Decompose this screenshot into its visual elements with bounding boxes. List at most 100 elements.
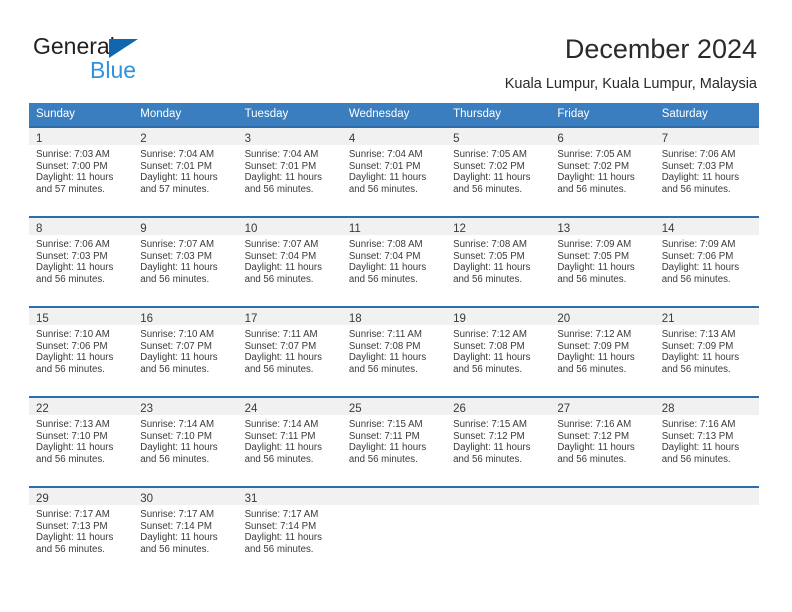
day-number-band: 25 [341, 398, 447, 415]
day-cell[interactable]: 30 Sunrise: 7:17 AM Sunset: 7:14 PM Dayl… [133, 488, 238, 576]
weekday-header-saturday: Saturday [661, 108, 708, 120]
day-cell[interactable]: 12 Sunrise: 7:08 AM Sunset: 7:05 PM Dayl… [446, 218, 551, 306]
day-cell-empty [550, 488, 655, 576]
daylight-text-line2: and 56 minutes. [348, 183, 418, 195]
day-cell[interactable]: 2 Sunrise: 7:04 AM Sunset: 7:01 PM Dayli… [133, 128, 238, 216]
daylight-text-line1: Daylight: 11 hours [453, 172, 531, 184]
general-blue-logo[interactable]: General Blue [33, 33, 213, 85]
daylight-text-line1: Daylight: 11 hours [453, 262, 531, 274]
day-cell[interactable]: 13 Sunrise: 7:09 AM Sunset: 7:05 PM Dayl… [550, 218, 655, 306]
day-cell[interactable]: 26 Sunrise: 7:15 AM Sunset: 7:12 PM Dayl… [446, 398, 551, 486]
day-cell[interactable]: 31 Sunrise: 7:17 AM Sunset: 7:14 PM Dayl… [237, 488, 342, 576]
day-number: 19 [453, 313, 466, 325]
daylight-text-line1: Daylight: 11 hours [36, 532, 114, 544]
day-detail: Sunrise: 7:03 AM Sunset: 7:00 PM Dayligh… [29, 145, 133, 195]
day-cell[interactable]: 25 Sunrise: 7:15 AM Sunset: 7:11 PM Dayl… [341, 398, 447, 486]
day-cell[interactable]: 24 Sunrise: 7:14 AM Sunset: 7:11 PM Dayl… [237, 398, 342, 486]
sunrise-text: Sunrise: 7:08 AM [348, 239, 423, 250]
day-number-band: 17 [237, 308, 342, 325]
day-cell[interactable]: 17 Sunrise: 7:11 AM Sunset: 7:07 PM Dayl… [237, 308, 342, 396]
day-cell[interactable]: 8 Sunrise: 7:06 AM Sunset: 7:03 PM Dayli… [29, 218, 134, 306]
daylight-text-line1: Daylight: 11 hours [140, 172, 218, 184]
day-cell[interactable]: 29 Sunrise: 7:17 AM Sunset: 7:13 PM Dayl… [29, 488, 134, 576]
day-cell[interactable]: 10 Sunrise: 7:07 AM Sunset: 7:04 PM Dayl… [237, 218, 342, 306]
day-cell[interactable]: 21 Sunrise: 7:13 AM Sunset: 7:09 PM Dayl… [654, 308, 759, 396]
page-header: General Blue December 2024 Kuala Lumpur,… [0, 0, 792, 100]
day-cell[interactable]: 9 Sunrise: 7:07 AM Sunset: 7:03 PM Dayli… [133, 218, 238, 306]
sunset-text: Sunset: 7:14 PM [140, 520, 212, 532]
day-detail: Sunrise: 7:07 AM Sunset: 7:03 PM Dayligh… [133, 235, 237, 285]
daylight-text-line1: Daylight: 11 hours [348, 172, 427, 184]
daylight-text-line1: Daylight: 11 hours [140, 532, 218, 544]
day-detail: Sunrise: 7:15 AM Sunset: 7:12 PM Dayligh… [446, 415, 550, 465]
sunrise-text: Sunrise: 7:08 AM [453, 239, 527, 250]
day-cell[interactable]: 27 Sunrise: 7:16 AM Sunset: 7:12 PM Dayl… [550, 398, 655, 486]
day-cell[interactable]: 6 Sunrise: 7:05 AM Sunset: 7:02 PM Dayli… [550, 128, 655, 216]
day-number-band: 30 [133, 488, 238, 505]
day-number: 20 [557, 313, 571, 325]
sunset-text: Sunset: 7:02 PM [453, 160, 525, 172]
day-detail: Sunrise: 7:10 AM Sunset: 7:06 PM Dayligh… [29, 325, 133, 375]
day-detail: Sunrise: 7:06 AM Sunset: 7:03 PM Dayligh… [29, 235, 133, 285]
day-detail: Sunrise: 7:16 AM Sunset: 7:13 PM Dayligh… [655, 415, 759, 465]
day-cell[interactable]: 5 Sunrise: 7:05 AM Sunset: 7:02 PM Dayli… [446, 128, 551, 216]
day-cell[interactable]: 18 Sunrise: 7:11 AM Sunset: 7:08 PM Dayl… [341, 308, 447, 396]
day-cell[interactable]: 14 Sunrise: 7:09 AM Sunset: 7:06 PM Dayl… [654, 218, 759, 306]
daylight-text-line2: and 57 minutes. [36, 183, 105, 195]
daylight-text-line1: Daylight: 11 hours [244, 532, 322, 544]
day-cell[interactable]: 11 Sunrise: 7:08 AM Sunset: 7:04 PM Dayl… [341, 218, 447, 306]
day-number: 8 [36, 223, 43, 235]
day-number-band [550, 488, 655, 505]
day-detail: Sunrise: 7:04 AM Sunset: 7:01 PM Dayligh… [238, 145, 342, 195]
daylight-text-line2: and 56 minutes. [557, 363, 627, 375]
day-cell[interactable]: 20 Sunrise: 7:12 AM Sunset: 7:09 PM Dayl… [550, 308, 655, 396]
day-cell[interactable]: 1 Sunrise: 7:03 AM Sunset: 7:00 PM Dayli… [29, 128, 134, 216]
daylight-text-line1: Daylight: 11 hours [36, 262, 114, 274]
day-number: 9 [140, 223, 147, 235]
day-number: 1 [36, 133, 43, 145]
day-number: 17 [244, 313, 258, 325]
day-number: 18 [348, 313, 362, 325]
day-cell[interactable]: 4 Sunrise: 7:04 AM Sunset: 7:01 PM Dayli… [341, 128, 447, 216]
sunset-text: Sunset: 7:06 PM [661, 250, 734, 262]
daylight-text-line2: and 56 minutes. [557, 183, 627, 195]
sunset-text: Sunset: 7:04 PM [348, 250, 421, 262]
daylight-text-line2: and 56 minutes. [348, 363, 418, 375]
daylight-text-line1: Daylight: 11 hours [36, 352, 114, 364]
day-cell[interactable]: 23 Sunrise: 7:14 AM Sunset: 7:10 PM Dayl… [133, 398, 238, 486]
daylight-text-line2: and 56 minutes. [36, 453, 105, 465]
week-row: 29 Sunrise: 7:17 AM Sunset: 7:13 PM Dayl… [29, 486, 759, 576]
daylight-text-line2: and 56 minutes. [36, 273, 105, 285]
day-cell[interactable]: 22 Sunrise: 7:13 AM Sunset: 7:10 PM Dayl… [29, 398, 134, 486]
sunrise-text: Sunrise: 7:17 AM [36, 509, 110, 520]
day-detail: Sunrise: 7:11 AM Sunset: 7:07 PM Dayligh… [238, 325, 342, 375]
daylight-text-line1: Daylight: 11 hours [453, 442, 531, 454]
sunrise-text: Sunrise: 7:09 AM [557, 239, 632, 250]
day-cell[interactable]: 19 Sunrise: 7:12 AM Sunset: 7:08 PM Dayl… [446, 308, 551, 396]
day-cell[interactable]: 16 Sunrise: 7:10 AM Sunset: 7:07 PM Dayl… [133, 308, 238, 396]
daylight-text-line2: and 56 minutes. [36, 363, 105, 375]
sunrise-text: Sunrise: 7:10 AM [36, 329, 110, 340]
day-cell[interactable]: 3 Sunrise: 7:04 AM Sunset: 7:01 PM Dayli… [237, 128, 342, 216]
day-number-band: 11 [341, 218, 447, 235]
day-number-band: 8 [29, 218, 134, 235]
day-number: 31 [244, 493, 258, 505]
daylight-text-line1: Daylight: 11 hours [453, 352, 531, 364]
day-number: 21 [661, 313, 675, 325]
weekday-header-thursday: Thursday [453, 108, 502, 120]
daylight-text-line2: and 56 minutes. [244, 453, 314, 465]
day-detail: Sunrise: 7:10 AM Sunset: 7:07 PM Dayligh… [133, 325, 237, 375]
day-number: 24 [244, 403, 258, 415]
day-cell[interactable]: 7 Sunrise: 7:06 AM Sunset: 7:03 PM Dayli… [654, 128, 759, 216]
day-detail: Sunrise: 7:06 AM Sunset: 7:03 PM Dayligh… [655, 145, 759, 195]
sunrise-text: Sunrise: 7:09 AM [661, 239, 736, 250]
daylight-text-line1: Daylight: 11 hours [557, 442, 635, 454]
sunrise-text: Sunrise: 7:11 AM [244, 329, 318, 340]
day-cell[interactable]: 15 Sunrise: 7:10 AM Sunset: 7:06 PM Dayl… [29, 308, 134, 396]
daylight-text-line2: and 56 minutes. [244, 543, 314, 555]
logo-triangle-icon [109, 39, 138, 58]
daylight-text-line2: and 56 minutes. [140, 273, 210, 285]
sunrise-text: Sunrise: 7:05 AM [453, 149, 527, 160]
day-cell[interactable]: 28 Sunrise: 7:16 AM Sunset: 7:13 PM Dayl… [654, 398, 759, 486]
day-detail: Sunrise: 7:12 AM Sunset: 7:08 PM Dayligh… [446, 325, 550, 375]
